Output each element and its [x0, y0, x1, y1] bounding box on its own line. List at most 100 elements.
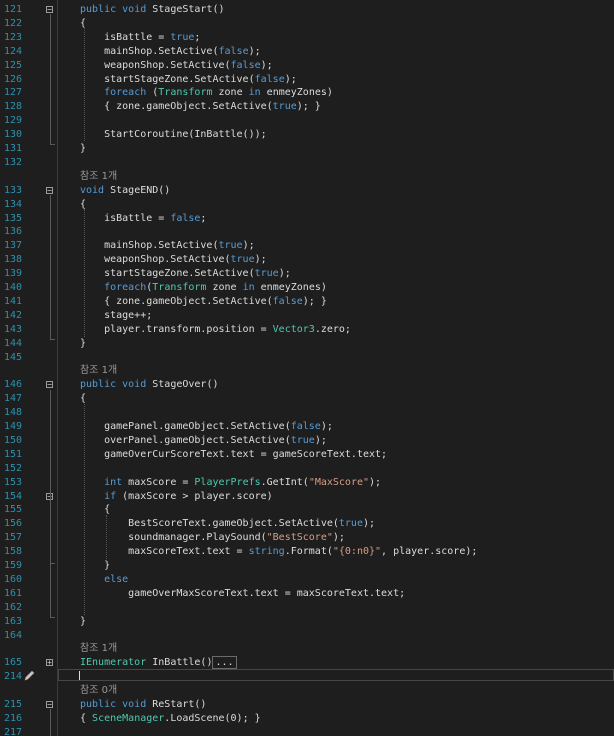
- code-line[interactable]: 139 startStageZone.SetActive(true);: [0, 267, 614, 281]
- code-line[interactable]: 158 maxScoreText.text = string.Format("{…: [0, 545, 614, 559]
- code-line[interactable]: 217: [0, 726, 614, 736]
- code-text[interactable]: startStageZone.SetActive(false);: [80, 73, 297, 87]
- reference-count-link[interactable]: 참조 1개: [80, 170, 117, 184]
- code-line[interactable]: 144}: [0, 337, 614, 351]
- code-text[interactable]: gameOverCurScoreText.text = gameScoreTex…: [80, 448, 387, 462]
- code-text[interactable]: }: [80, 337, 86, 351]
- outline-bracket: [50, 501, 51, 563]
- code-text[interactable]: public void StageOver(): [80, 378, 219, 392]
- pencil-icon[interactable]: [22, 669, 36, 683]
- code-text[interactable]: public void StageStart(): [80, 3, 225, 17]
- code-text[interactable]: foreach (Transform zone in enmeyZones): [80, 86, 333, 100]
- code-text[interactable]: maxScoreText.text = string.Format("{0:n0…: [80, 545, 477, 559]
- code-line[interactable]: 155 {: [0, 503, 614, 517]
- code-text[interactable]: }: [80, 615, 86, 629]
- code-text[interactable]: { zone.gameObject.SetActive(false); }: [80, 295, 327, 309]
- code-line[interactable]: 123 isBattle = true;: [0, 31, 614, 45]
- code-line[interactable]: 159 }: [0, 559, 614, 573]
- code-line[interactable]: 150 overPanel.gameObject.SetActive(true)…: [0, 434, 614, 448]
- code-text[interactable]: mainShop.SetActive(true);: [80, 239, 255, 253]
- code-line[interactable]: 153 int maxScore = PlayerPrefs.GetInt("M…: [0, 476, 614, 490]
- plus-box-icon[interactable]: +: [46, 659, 53, 667]
- code-text[interactable]: overPanel.gameObject.SetActive(true);: [80, 434, 327, 448]
- code-text[interactable]: soundmanager.PlaySound("BestScore");: [80, 531, 345, 545]
- code-text[interactable]: { zone.gameObject.SetActive(true); }: [80, 100, 321, 114]
- code-line[interactable]: 127 foreach (Transform zone in enmeyZone…: [0, 86, 614, 100]
- line-number: 133: [3, 184, 22, 196]
- code-line[interactable]: 141 { zone.gameObject.SetActive(false); …: [0, 295, 614, 309]
- code-line[interactable]: 215 − public void ReStart(): [0, 698, 614, 712]
- code-text[interactable]: mainShop.SetActive(false);: [80, 45, 261, 59]
- code-line[interactable]: 160 else: [0, 573, 614, 587]
- code-line[interactable]: 142 stage++;: [0, 309, 614, 323]
- code-line[interactable]: 156 BestScoreText.gameObject.SetActive(t…: [0, 517, 614, 531]
- code-line[interactable]: 216 { SceneManager.LoadScene(0); }: [0, 712, 614, 726]
- minus-box-icon[interactable]: −: [46, 701, 53, 709]
- code-text[interactable]: }: [80, 142, 86, 156]
- codelens-row[interactable]: 참조 0개: [0, 684, 614, 698]
- code-text[interactable]: weaponShop.SetActive(true);: [80, 253, 267, 267]
- code-line[interactable]: 121 − public void StageStart(): [0, 3, 614, 17]
- code-line[interactable]: 151 gameOverCurScoreText.text = gameScor…: [0, 448, 614, 462]
- code-text[interactable]: else: [80, 573, 128, 587]
- code-line[interactable]: 140 foreach(Transform zone in enmeyZones…: [0, 281, 614, 295]
- code-line[interactable]: 137 mainShop.SetActive(true);: [0, 239, 614, 253]
- code-line[interactable]: 130 StartCoroutine(InBattle());: [0, 128, 614, 142]
- code-line[interactable]: 132: [0, 156, 614, 170]
- code-line[interactable]: 152: [0, 462, 614, 476]
- code-line[interactable]: 138 weaponShop.SetActive(true);: [0, 253, 614, 267]
- code-line[interactable]: 162: [0, 601, 614, 615]
- code-text[interactable]: stage++;: [80, 309, 152, 323]
- code-line[interactable]: 136: [0, 225, 614, 239]
- code-token: gameOverCurScoreText.text = gameScoreTex…: [80, 448, 388, 460]
- minus-box-icon[interactable]: −: [46, 381, 53, 389]
- code-line[interactable]: 148: [0, 406, 614, 420]
- code-line[interactable]: 163}: [0, 615, 614, 629]
- code-line[interactable]: 122{: [0, 17, 614, 31]
- code-line[interactable]: 135 isBattle = false;: [0, 212, 614, 226]
- code-text[interactable]: weaponShop.SetActive(false);: [80, 59, 273, 73]
- code-text[interactable]: startStageZone.SetActive(true);: [80, 267, 291, 281]
- code-line[interactable]: 157 soundmanager.PlaySound("BestScore");: [0, 531, 614, 545]
- code-text[interactable]: StartCoroutine(InBattle());: [80, 128, 267, 142]
- code-line[interactable]: 154− if (maxScore > player.score): [0, 490, 614, 504]
- collapsed-region-marker[interactable]: ...: [212, 656, 237, 670]
- code-text[interactable]: void StageEND(): [80, 184, 170, 198]
- code-line[interactable]: 146 − public void StageOver(): [0, 378, 614, 392]
- reference-count-link[interactable]: 참조 1개: [80, 642, 117, 656]
- code-text[interactable]: if (maxScore > player.score): [80, 490, 273, 504]
- code-line[interactable]: 161 gameOverMaxScoreText.text = maxScore…: [0, 587, 614, 601]
- code-text[interactable]: gamePanel.gameObject.SetActive(false);: [80, 420, 333, 434]
- code-text[interactable]: foreach(Transform zone in enmeyZones): [80, 281, 327, 295]
- reference-count-link[interactable]: 참조 0개: [80, 684, 117, 698]
- line-number: 140: [3, 282, 22, 293]
- minus-box-icon[interactable]: −: [46, 6, 53, 14]
- code-line[interactable]: 131}: [0, 142, 614, 156]
- minus-box-icon[interactable]: −: [46, 186, 53, 194]
- code-text[interactable]: int maxScore = PlayerPrefs.GetInt("MaxSc…: [80, 476, 381, 490]
- code-line[interactable]: 126 startStageZone.SetActive(false);: [0, 73, 614, 87]
- code-line[interactable]: 129: [0, 114, 614, 128]
- code-text[interactable]: gameOverMaxScoreText.text = maxScoreText…: [80, 587, 405, 601]
- code-editor[interactable]: 121− public void StageStart() 122{123 isBa…: [0, 0, 614, 736]
- code-text[interactable]: public void ReStart(): [80, 698, 206, 712]
- codelens-row[interactable]: 참조 1개: [0, 364, 614, 378]
- code-text[interactable]: isBattle = false;: [80, 212, 206, 226]
- code-line[interactable]: 145: [0, 351, 614, 365]
- code-line[interactable]: 149 gamePanel.gameObject.SetActive(false…: [0, 420, 614, 434]
- code-line[interactable]: 164: [0, 629, 614, 643]
- code-text[interactable]: BestScoreText.gameObject.SetActive(true)…: [80, 517, 375, 531]
- code-line[interactable]: 134 {: [0, 198, 614, 212]
- codelens-row[interactable]: 참조 1개: [0, 642, 614, 656]
- code-text[interactable]: player.transform.position = Vector3.zero…: [80, 323, 351, 337]
- code-line[interactable]: 143 player.transform.position = Vector3.…: [0, 323, 614, 337]
- codelens-row[interactable]: 참조 1개: [0, 170, 614, 184]
- code-text[interactable]: { SceneManager.LoadScene(0); }: [80, 712, 261, 726]
- code-line[interactable]: 133 − void StageEND(): [0, 184, 614, 198]
- code-text[interactable]: isBattle = true;: [80, 31, 200, 45]
- reference-count-link[interactable]: 참조 1개: [80, 364, 117, 378]
- code-line[interactable]: 125 weaponShop.SetActive(false);: [0, 59, 614, 73]
- code-line[interactable]: 128 { zone.gameObject.SetActive(true); }: [0, 100, 614, 114]
- code-line[interactable]: 147 {: [0, 392, 614, 406]
- code-line[interactable]: 124 mainShop.SetActive(false);: [0, 45, 614, 59]
